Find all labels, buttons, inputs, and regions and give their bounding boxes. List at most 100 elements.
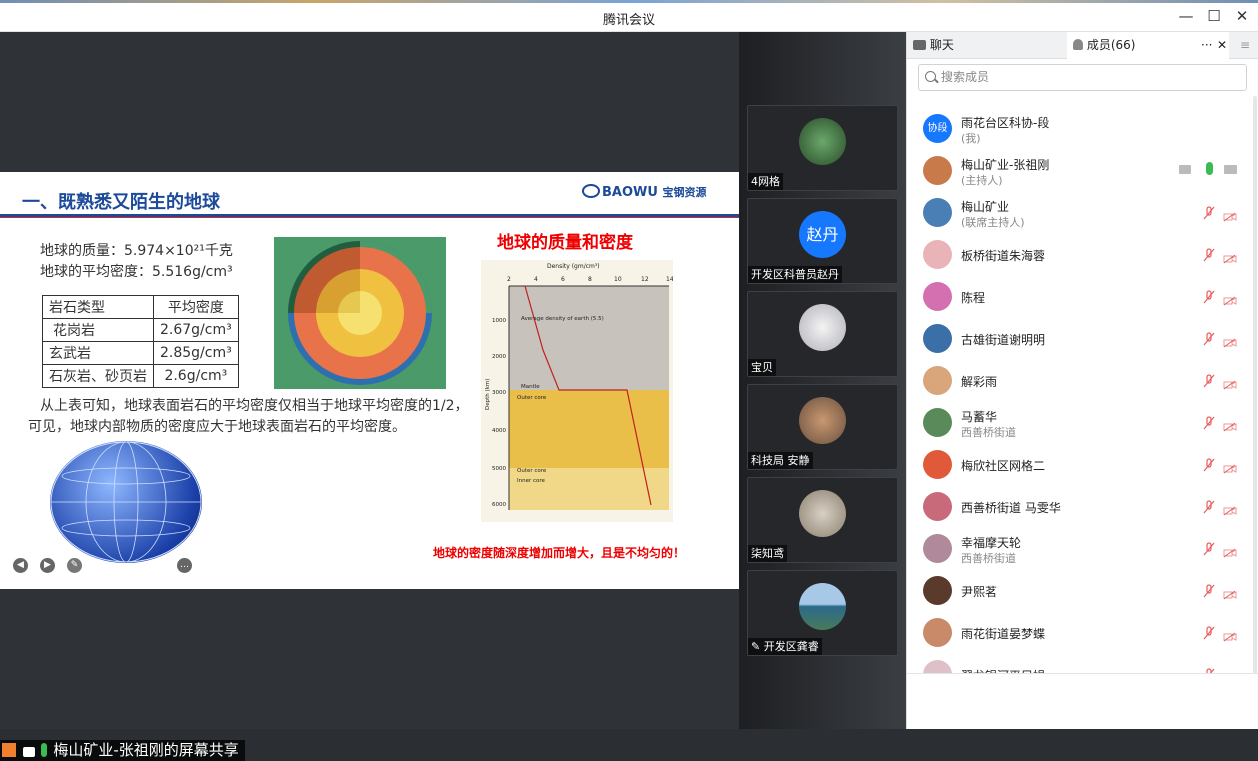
member-name: 陈程 — [961, 291, 986, 305]
mic-muted-icon[interactable] — [1203, 457, 1215, 472]
video-tile[interactable]: 柒知鸢 — [747, 477, 898, 563]
list-item[interactable]: 梅山矿业 (联席主持人) — [907, 191, 1253, 233]
list-item[interactable]: 陈程 — [907, 275, 1253, 317]
list-item[interactable]: 雨花街道晏梦蝶 — [907, 611, 1253, 653]
list-item[interactable]: 马蓄华 西善桥街道 — [907, 401, 1253, 443]
svg-text:1000: 1000 — [492, 318, 506, 324]
avatar: 协段 — [923, 114, 952, 143]
chart-label: Inner core — [517, 478, 546, 484]
list-item[interactable]: 尹熙茗 — [907, 569, 1253, 611]
tile-name-text: 开发区龚睿 — [763, 640, 819, 653]
maximize-button[interactable]: ☐ — [1202, 6, 1226, 26]
list-item[interactable]: 梅山矿业-张祖刚 (主持人) — [907, 149, 1253, 191]
member-name: 梅山矿业-张祖刚 — [961, 158, 1050, 172]
avatar — [923, 282, 952, 311]
video-tile[interactable]: 赵丹 开发区科普员赵丹 — [747, 198, 898, 284]
table-cell: 2.6g/cm³ — [153, 364, 239, 388]
member-subtitle: (我) — [961, 132, 981, 145]
mic-muted-icon[interactable] — [1203, 205, 1215, 220]
list-item[interactable]: 解彩雨 — [907, 359, 1253, 401]
camera-off-icon[interactable] — [1223, 207, 1237, 222]
member-search-input[interactable]: 搜索成员 — [918, 64, 1247, 91]
density-text: 地球的平均密度：5.516g/cm³ — [40, 264, 233, 280]
svg-text:14: 14 — [666, 276, 673, 283]
mic-muted-icon[interactable] — [1203, 541, 1215, 556]
list-item[interactable]: 西善桥街道 马雯华 — [907, 485, 1253, 527]
camera-off-icon[interactable] — [1223, 543, 1237, 558]
video-tile[interactable]: 科技局 安静 — [747, 384, 898, 470]
video-tile[interactable]: ✎ 开发区龚睿 — [747, 570, 898, 656]
close-button[interactable]: ✕ — [1230, 6, 1254, 26]
video-tile[interactable]: 4网格 — [747, 105, 898, 191]
pen-icon[interactable]: ✎ — [67, 558, 82, 573]
avatar — [923, 618, 952, 647]
more-icon[interactable]: ··· — [1201, 32, 1212, 59]
svg-text:3000: 3000 — [492, 390, 506, 396]
search-icon — [925, 71, 936, 82]
camera-icon[interactable] — [1224, 165, 1237, 174]
tile-name: 科技局 安静 — [748, 452, 813, 469]
mic-muted-icon[interactable] — [1203, 583, 1215, 598]
minimize-button[interactable]: — — [1174, 6, 1198, 26]
mic-muted-icon[interactable] — [1203, 289, 1215, 304]
logo-mark-icon — [582, 184, 600, 198]
member-subtitle: 西善桥街道 — [961, 552, 1016, 565]
video-tile[interactable]: 宝贝 — [747, 291, 898, 377]
member-name: 板桥街道朱海蓉 — [961, 249, 1046, 263]
table-row: 石灰岩、砂页岩 2.6g/cm³ — [42, 364, 239, 388]
camera-off-icon[interactable] — [1223, 249, 1237, 264]
tab-chat[interactable]: 聊天 — [907, 32, 1067, 59]
more-options-icon[interactable]: … — [177, 558, 192, 573]
prev-slide-icon[interactable]: ◀ — [13, 558, 28, 573]
scrollbar[interactable] — [1253, 96, 1257, 676]
member-subtitle: (联席主持人) — [961, 216, 1025, 229]
mic-muted-icon[interactable] — [1203, 331, 1215, 346]
camera-off-icon[interactable] — [1223, 417, 1237, 432]
search-placeholder: 搜索成员 — [941, 70, 990, 84]
table-cell: 玄武岩 — [42, 341, 154, 365]
mic-muted-icon[interactable] — [1203, 625, 1215, 640]
svg-text:2000: 2000 — [492, 354, 506, 360]
camera-off-icon[interactable] — [1223, 627, 1237, 642]
member-name: 幸福摩天轮 — [961, 536, 1022, 550]
tile-name: 4网格 — [748, 173, 783, 190]
chart-title: Density (gm/cm³) — [547, 263, 600, 270]
avatar — [799, 304, 846, 351]
slide-heading: 一、既熟悉又陌生的地球 — [22, 192, 220, 213]
list-item[interactable]: 梅欣社区网格二 — [907, 443, 1253, 485]
mic-muted-icon[interactable] — [1203, 247, 1215, 262]
mic-muted-icon[interactable] — [1203, 373, 1215, 388]
next-slide-icon[interactable]: ▶ — [40, 558, 55, 573]
chart-label: Outer core — [517, 395, 547, 401]
camera-off-icon[interactable] — [1223, 459, 1237, 474]
avatar — [799, 397, 846, 444]
close-panel-icon[interactable]: ✕ — [1217, 32, 1227, 59]
member-name: 尹熙茗 — [961, 585, 998, 599]
mic-on-icon — [40, 743, 47, 757]
camera-off-icon[interactable] — [1223, 501, 1237, 516]
svg-text:2: 2 — [507, 276, 511, 283]
camera-off-icon[interactable] — [1223, 291, 1237, 306]
camera-off-icon[interactable] — [1223, 375, 1237, 390]
table-cell: 石灰岩、砂页岩 — [42, 364, 154, 388]
member-name: 梅欣社区网格二 — [961, 459, 1046, 473]
camera-off-icon[interactable] — [1223, 333, 1237, 348]
chart-label: Mantle — [521, 384, 540, 390]
list-item[interactable]: 板桥街道朱海蓉 — [907, 233, 1253, 275]
mic-muted-icon[interactable] — [1203, 499, 1215, 514]
svg-text:12: 12 — [641, 276, 649, 283]
mic-muted-icon[interactable] — [1203, 415, 1215, 430]
member-name: 雨花台区科协-段 — [961, 116, 1050, 130]
table-cell: 2.67g/cm³ — [153, 318, 239, 342]
table-cell: 2.85g/cm³ — [153, 341, 239, 365]
list-item[interactable]: 幸福摩天轮西善桥街道 — [907, 527, 1253, 569]
camera-off-icon[interactable] — [1223, 585, 1237, 600]
menu-icon[interactable]: ≡ — [1240, 32, 1250, 59]
svg-text:4000: 4000 — [492, 428, 506, 434]
chart-label: Average density of earth (5.5) — [521, 316, 604, 322]
logo-text: BAOWU — [602, 185, 658, 200]
avatar — [923, 366, 952, 395]
mic-on-icon[interactable] — [1206, 162, 1213, 175]
list-item[interactable]: 协段 雨花台区科协-段 (我) — [907, 107, 1253, 149]
list-item[interactable]: 古雄街道谢明明 — [907, 317, 1253, 359]
